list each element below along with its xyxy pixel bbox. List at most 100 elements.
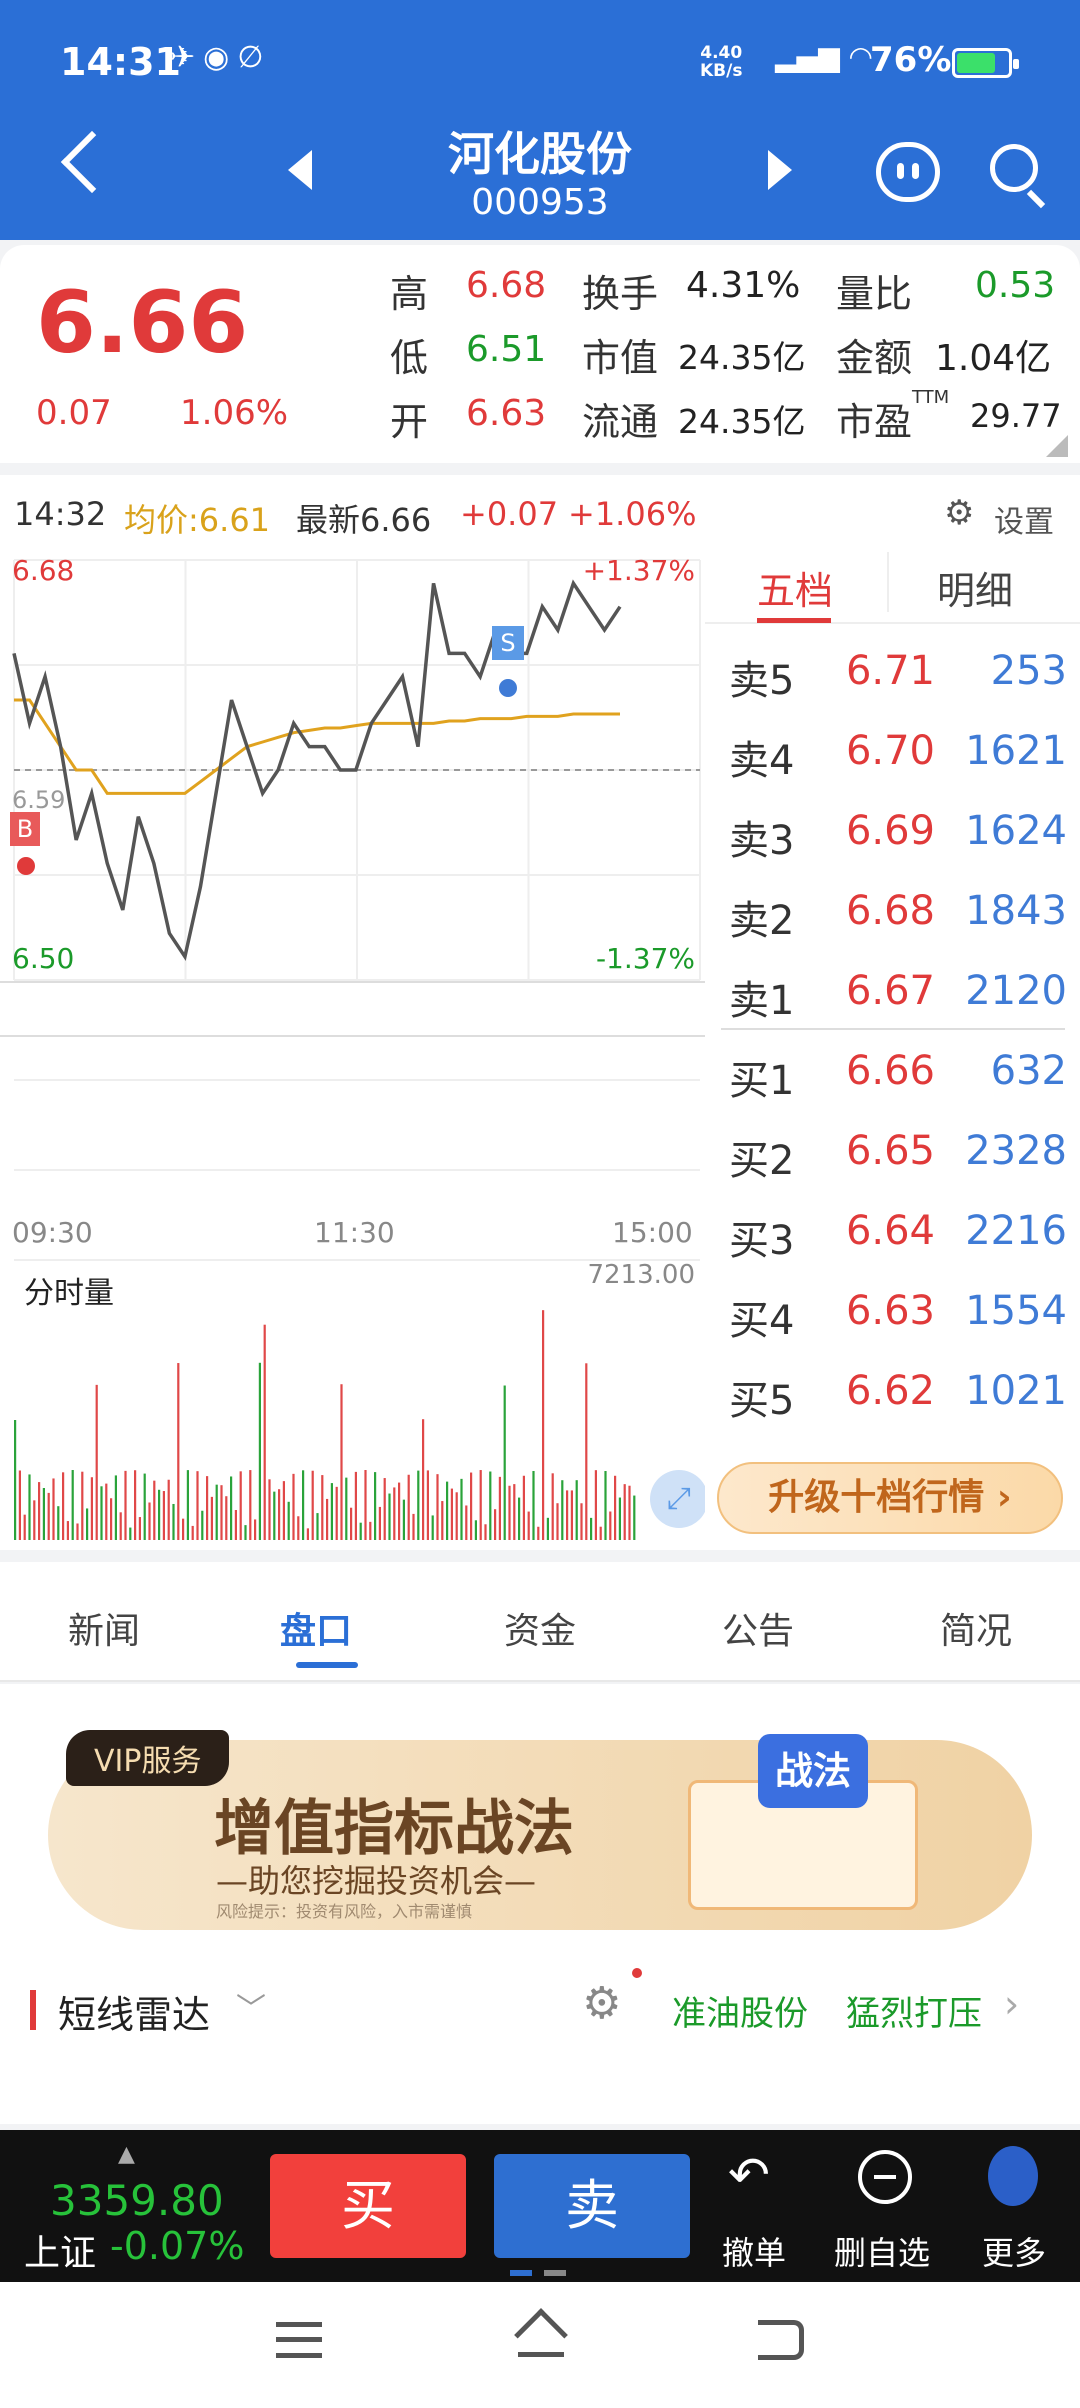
chart-time: 14:32: [14, 495, 107, 533]
volume-bar: [412, 1513, 415, 1540]
vip-banner[interactable]: VIP服务 增值指标战法 —助您挖掘投资机会— 风险提示：投资有风险，入市需谨慎…: [48, 1730, 1032, 1930]
bid-row[interactable]: 买1 6.66 632: [725, 1048, 1067, 1128]
gear-icon[interactable]: ⚙: [944, 493, 974, 533]
bid-row[interactable]: 买2 6.65 2328: [725, 1128, 1067, 1208]
level-volume: 1843: [965, 888, 1067, 934]
more-label[interactable]: 更多: [982, 2228, 1046, 2274]
search-icon[interactable]: [990, 144, 1038, 192]
volume-bar: [18, 1470, 21, 1540]
volume-bar: [551, 1473, 554, 1540]
level-label: 卖5: [729, 658, 795, 704]
volume-bar: [14, 1420, 17, 1540]
radar-stock[interactable]: 准油股份: [672, 1986, 808, 2035]
title-bar: 河化股份 000953: [0, 100, 1080, 240]
ask-row[interactable]: 卖3 6.69 1624: [725, 808, 1067, 888]
level-price: 6.66: [845, 1048, 935, 1094]
low-label: 低: [390, 336, 429, 380]
buy-button[interactable]: 买: [270, 2154, 466, 2258]
bottom-trade-bar: ▲ 3359.80 上证 -0.07% 买 卖 ↶ 撤单 删自选 更多: [0, 2130, 1080, 2282]
index-pct[interactable]: -0.07%: [110, 2224, 244, 2268]
volume-bar: [66, 1521, 69, 1540]
chart-change-pct: +1.06%: [568, 495, 697, 533]
tab-five-level[interactable]: 五档: [757, 560, 833, 615]
volume-bar: [614, 1475, 617, 1540]
volume-bar: [498, 1476, 501, 1540]
volume-bar: [374, 1472, 377, 1540]
volume-bar: [153, 1480, 156, 1540]
volume-bar: [162, 1491, 165, 1540]
volume-bar: [143, 1473, 146, 1540]
remove-watchlist-label[interactable]: 删自选: [834, 2228, 930, 2274]
menu-icon[interactable]: [276, 2322, 322, 2358]
last-price: 6.66: [36, 273, 249, 373]
home-icon[interactable]: [514, 2308, 568, 2362]
y-max-label: 6.68: [12, 554, 75, 587]
volume-bar: [42, 1488, 45, 1540]
sell-button[interactable]: 卖: [494, 2154, 690, 2258]
expand-corner-icon[interactable]: [1046, 435, 1068, 457]
undo-icon[interactable]: ↶: [728, 2146, 770, 2204]
network-speed: 4.40 KB/s: [700, 43, 743, 81]
volume-bar: [263, 1324, 266, 1540]
tab-announcements[interactable]: 公告: [722, 1602, 794, 1654]
expand-up-icon[interactable]: ▲: [118, 2142, 135, 2167]
avg-price: 均价:6.61: [124, 501, 271, 539]
chevron-down-icon[interactable]: ﹀: [236, 1984, 266, 2028]
volume-ratio-label: 量比: [836, 272, 913, 316]
volume-bar: [580, 1503, 583, 1540]
index-value[interactable]: 3359.80: [50, 2176, 224, 2225]
x-tick-end: 15:00: [612, 1216, 693, 1249]
volume-bar: [609, 1511, 612, 1540]
next-stock-icon[interactable]: [768, 150, 792, 190]
index-name[interactable]: 上证: [24, 2224, 96, 2276]
level-price: 6.67: [845, 968, 935, 1014]
x-tick-start: 09:30: [12, 1216, 93, 1249]
remove-watchlist-icon[interactable]: [858, 2150, 912, 2204]
volume-bar: [249, 1470, 252, 1540]
settings-label[interactable]: 设置: [994, 497, 1054, 541]
ask-row[interactable]: 卖5 6.71 253: [725, 648, 1067, 728]
radar-signal[interactable]: 猛烈打压: [846, 1986, 982, 2035]
tab-funds[interactable]: 资金: [504, 1602, 576, 1654]
cancel-order-label[interactable]: 撤单: [722, 2228, 786, 2274]
ask-row[interactable]: 卖4 6.70 1621: [725, 728, 1067, 808]
bid-row[interactable]: 买4 6.63 1554: [725, 1288, 1067, 1368]
ask-row[interactable]: 卖1 6.67 2120: [725, 968, 1067, 1048]
float-label: 流通: [582, 400, 659, 444]
amount-label: 金额: [836, 336, 913, 380]
open-value: 6.63: [466, 393, 547, 434]
bid-row[interactable]: 买3 6.64 2216: [725, 1208, 1067, 1288]
volume-bar: [450, 1488, 453, 1540]
volume-bar: [383, 1478, 386, 1540]
volume-bar: [335, 1486, 338, 1540]
ad-risk: 风险提示：投资有风险，入市需谨慎: [216, 1902, 473, 1921]
pct-top-label: +1.37%: [582, 554, 695, 587]
assistant-icon[interactable]: [876, 142, 940, 202]
volume-bar: [431, 1515, 434, 1540]
level-volume: 1554: [965, 1288, 1067, 1334]
tab-detail[interactable]: 明细: [937, 560, 1013, 615]
more-icon[interactable]: [988, 2146, 1038, 2206]
sell-marker: S: [492, 626, 524, 660]
volume-bar: [220, 1485, 223, 1540]
back-nav-icon[interactable]: [758, 2320, 804, 2360]
radar-settings-icon[interactable]: ⚙: [582, 1978, 621, 2029]
upgrade-ten-level-button[interactable]: 升级十档行情 ›: [717, 1462, 1063, 1534]
tab-news[interactable]: 新闻: [68, 1602, 140, 1654]
volume-bar: [489, 1471, 492, 1540]
chevron-right-icon[interactable]: ›: [1004, 1982, 1019, 2026]
tab-profile[interactable]: 简况: [940, 1602, 1012, 1654]
tab-market[interactable]: 盘口: [280, 1602, 352, 1654]
low-value: 6.51: [466, 329, 547, 370]
ask-row[interactable]: 卖2 6.68 1843: [725, 888, 1067, 968]
bid-row[interactable]: 买5 6.62 1021: [725, 1368, 1067, 1448]
ad-title: 增值指标战法: [214, 1794, 574, 1864]
volume-bar: [494, 1509, 497, 1540]
volume-bar: [537, 1526, 540, 1540]
intraday-chart[interactable]: 6.68 +1.37% 6.50 -1.37% 6.59 B S 09:30 1…: [0, 540, 708, 1550]
level-label: 卖2: [729, 898, 795, 944]
fullscreen-icon[interactable]: ⤢: [650, 1470, 708, 1528]
turnover-label: 换手: [582, 272, 659, 316]
volume-bar: [484, 1524, 487, 1540]
notification-icons: ✈◉∅: [170, 40, 272, 75]
